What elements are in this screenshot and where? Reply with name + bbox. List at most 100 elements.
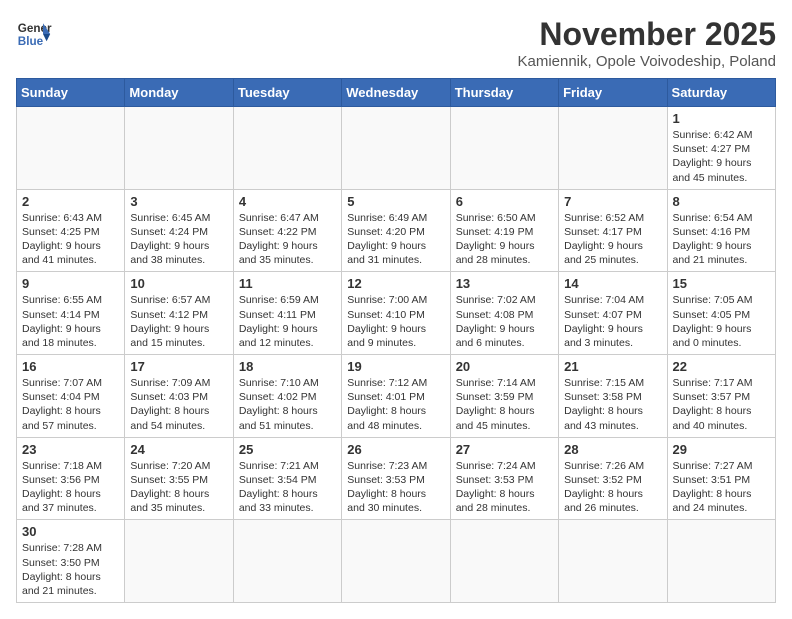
day-number: 20 <box>456 359 553 374</box>
day-info: Sunrise: 7:02 AM Sunset: 4:08 PM Dayligh… <box>456 293 553 350</box>
weekday-header-friday: Friday <box>559 79 667 107</box>
day-number: 15 <box>673 276 770 291</box>
calendar-cell: 26 Sunrise: 7:23 AM Sunset: 3:53 PM Dayli… <box>342 437 450 520</box>
day-info: Sunrise: 7:28 AM Sunset: 3:50 PM Dayligh… <box>22 541 119 598</box>
calendar-cell: 28Sunrise: 7:26 AM Sunset: 3:52 PM Dayli… <box>559 437 667 520</box>
day-number: 29 <box>673 442 770 457</box>
calendar-cell: 3 Sunrise: 6:45 AM Sunset: 4:24 PM Daylig… <box>125 189 233 272</box>
calendar-cell: 20Sunrise: 7:14 AM Sunset: 3:59 PM Dayli… <box>450 355 558 438</box>
day-info: Sunrise: 7:26 AM Sunset: 3:52 PM Dayligh… <box>564 459 661 516</box>
svg-text:Blue: Blue <box>18 35 44 48</box>
day-number: 19 <box>347 359 444 374</box>
day-number: 5 <box>347 194 444 209</box>
title-area: November 2025 Kamiennik, Opole Voivodesh… <box>517 16 776 70</box>
day-number: 27 <box>456 442 553 457</box>
day-number: 26 <box>347 442 444 457</box>
day-number: 2 <box>22 194 119 209</box>
day-info: Sunrise: 6:45 AM Sunset: 4:24 PM Dayligh… <box>130 211 227 268</box>
calendar-cell <box>559 107 667 190</box>
calendar-cell: 23 Sunrise: 7:18 AM Sunset: 3:56 PM Dayli… <box>17 437 125 520</box>
calendar-cell: 21Sunrise: 7:15 AM Sunset: 3:58 PM Dayli… <box>559 355 667 438</box>
calendar-week-row: 1 Sunrise: 6:42 AM Sunset: 4:27 PM Daylig… <box>17 107 776 190</box>
day-info: Sunrise: 7:23 AM Sunset: 3:53 PM Dayligh… <box>347 459 444 516</box>
day-info: Sunrise: 7:18 AM Sunset: 3:56 PM Dayligh… <box>22 459 119 516</box>
day-info: Sunrise: 6:47 AM Sunset: 4:22 PM Dayligh… <box>239 211 336 268</box>
day-number: 18 <box>239 359 336 374</box>
weekday-header-row: SundayMondayTuesdayWednesdayThursdayFrid… <box>17 79 776 107</box>
calendar-cell: 5 Sunrise: 6:49 AM Sunset: 4:20 PM Daylig… <box>342 189 450 272</box>
day-info: Sunrise: 6:49 AM Sunset: 4:20 PM Dayligh… <box>347 211 444 268</box>
calendar-cell: 29Sunrise: 7:27 AM Sunset: 3:51 PM Dayli… <box>667 437 775 520</box>
day-number: 23 <box>22 442 119 457</box>
day-info: Sunrise: 7:17 AM Sunset: 3:57 PM Dayligh… <box>673 376 770 433</box>
weekday-header-sunday: Sunday <box>17 79 125 107</box>
weekday-header-wednesday: Wednesday <box>342 79 450 107</box>
calendar-cell: 16 Sunrise: 7:07 AM Sunset: 4:04 PM Dayli… <box>17 355 125 438</box>
day-number: 3 <box>130 194 227 209</box>
day-info: Sunrise: 7:20 AM Sunset: 3:55 PM Dayligh… <box>130 459 227 516</box>
calendar-cell <box>450 107 558 190</box>
day-info: Sunrise: 6:43 AM Sunset: 4:25 PM Dayligh… <box>22 211 119 268</box>
day-number: 14 <box>564 276 661 291</box>
day-number: 4 <box>239 194 336 209</box>
calendar-cell: 10 Sunrise: 6:57 AM Sunset: 4:12 PM Dayli… <box>125 272 233 355</box>
day-info: Sunrise: 7:24 AM Sunset: 3:53 PM Dayligh… <box>456 459 553 516</box>
day-info: Sunrise: 6:50 AM Sunset: 4:19 PM Dayligh… <box>456 211 553 268</box>
calendar-cell <box>667 520 775 603</box>
calendar-cell: 22Sunrise: 7:17 AM Sunset: 3:57 PM Dayli… <box>667 355 775 438</box>
weekday-header-thursday: Thursday <box>450 79 558 107</box>
day-info: Sunrise: 7:21 AM Sunset: 3:54 PM Dayligh… <box>239 459 336 516</box>
calendar-cell: 4 Sunrise: 6:47 AM Sunset: 4:22 PM Daylig… <box>233 189 341 272</box>
header: General Blue November 2025 Kamiennik, Op… <box>16 16 776 70</box>
calendar-cell: 15Sunrise: 7:05 AM Sunset: 4:05 PM Dayli… <box>667 272 775 355</box>
logo-icon: General Blue <box>16 16 52 52</box>
day-info: Sunrise: 7:12 AM Sunset: 4:01 PM Dayligh… <box>347 376 444 433</box>
day-number: 17 <box>130 359 227 374</box>
calendar-week-row: 30 Sunrise: 7:28 AM Sunset: 3:50 PM Dayli… <box>17 520 776 603</box>
day-number: 13 <box>456 276 553 291</box>
day-number: 1 <box>673 111 770 126</box>
calendar-table: SundayMondayTuesdayWednesdayThursdayFrid… <box>16 78 776 603</box>
calendar-cell: 24 Sunrise: 7:20 AM Sunset: 3:55 PM Dayli… <box>125 437 233 520</box>
calendar-cell: 2 Sunrise: 6:43 AM Sunset: 4:25 PM Daylig… <box>17 189 125 272</box>
day-number: 8 <box>673 194 770 209</box>
day-info: Sunrise: 6:59 AM Sunset: 4:11 PM Dayligh… <box>239 293 336 350</box>
calendar-cell: 30 Sunrise: 7:28 AM Sunset: 3:50 PM Dayli… <box>17 520 125 603</box>
calendar-cell <box>342 520 450 603</box>
calendar-cell: 8 Sunrise: 6:54 AM Sunset: 4:16 PM Daylig… <box>667 189 775 272</box>
day-info: Sunrise: 6:42 AM Sunset: 4:27 PM Dayligh… <box>673 128 770 185</box>
calendar-cell <box>450 520 558 603</box>
calendar-cell: 9Sunrise: 6:55 AM Sunset: 4:14 PM Daylig… <box>17 272 125 355</box>
day-number: 24 <box>130 442 227 457</box>
calendar-cell: 18 Sunrise: 7:10 AM Sunset: 4:02 PM Dayli… <box>233 355 341 438</box>
day-info: Sunrise: 6:54 AM Sunset: 4:16 PM Dayligh… <box>673 211 770 268</box>
calendar-cell: 6 Sunrise: 6:50 AM Sunset: 4:19 PM Daylig… <box>450 189 558 272</box>
weekday-header-monday: Monday <box>125 79 233 107</box>
calendar-week-row: 23 Sunrise: 7:18 AM Sunset: 3:56 PM Dayli… <box>17 437 776 520</box>
day-info: Sunrise: 7:07 AM Sunset: 4:04 PM Dayligh… <box>22 376 119 433</box>
day-info: Sunrise: 6:57 AM Sunset: 4:12 PM Dayligh… <box>130 293 227 350</box>
calendar-cell <box>17 107 125 190</box>
calendar-cell: 17Sunrise: 7:09 AM Sunset: 4:03 PM Dayli… <box>125 355 233 438</box>
day-info: Sunrise: 7:10 AM Sunset: 4:02 PM Dayligh… <box>239 376 336 433</box>
calendar-cell: 19 Sunrise: 7:12 AM Sunset: 4:01 PM Dayli… <box>342 355 450 438</box>
calendar-cell <box>125 520 233 603</box>
calendar-title: November 2025 <box>517 16 776 53</box>
day-number: 25 <box>239 442 336 457</box>
day-info: Sunrise: 6:52 AM Sunset: 4:17 PM Dayligh… <box>564 211 661 268</box>
day-number: 6 <box>456 194 553 209</box>
calendar-subtitle: Kamiennik, Opole Voivodeship, Poland <box>517 53 776 70</box>
calendar-cell: 14 Sunrise: 7:04 AM Sunset: 4:07 PM Dayli… <box>559 272 667 355</box>
calendar-cell <box>125 107 233 190</box>
day-number: 30 <box>22 524 119 539</box>
calendar-cell: 27 Sunrise: 7:24 AM Sunset: 3:53 PM Dayli… <box>450 437 558 520</box>
weekday-header-tuesday: Tuesday <box>233 79 341 107</box>
weekday-header-saturday: Saturday <box>667 79 775 107</box>
day-number: 10 <box>130 276 227 291</box>
calendar-cell: 25 Sunrise: 7:21 AM Sunset: 3:54 PM Dayli… <box>233 437 341 520</box>
calendar-week-row: 2 Sunrise: 6:43 AM Sunset: 4:25 PM Daylig… <box>17 189 776 272</box>
day-number: 16 <box>22 359 119 374</box>
day-number: 21 <box>564 359 661 374</box>
calendar-cell: 13 Sunrise: 7:02 AM Sunset: 4:08 PM Dayli… <box>450 272 558 355</box>
day-info: Sunrise: 7:04 AM Sunset: 4:07 PM Dayligh… <box>564 293 661 350</box>
